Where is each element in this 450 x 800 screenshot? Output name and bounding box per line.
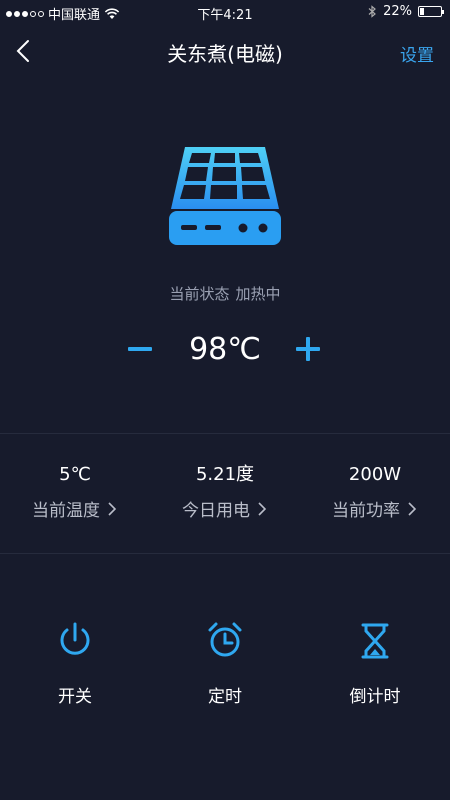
battery-percent: 22% <box>383 4 412 19</box>
increase-temperature-button[interactable] <box>296 336 322 362</box>
power-button[interactable]: 开关 <box>0 620 150 707</box>
countdown-label: 倒计时 <box>349 687 401 707</box>
state-value: 加热中 <box>235 285 281 303</box>
timer-label: 定时 <box>208 687 242 707</box>
stat-label: 当前温度 <box>32 501 100 521</box>
stat-power-usage[interactable]: 5.21度 今日用电 <box>150 462 300 521</box>
countdown-button[interactable]: 倒计时 <box>300 620 450 707</box>
power-icon <box>60 622 90 655</box>
chevron-right-icon <box>408 501 417 516</box>
action-bar: 开关 定时 倒计时 <box>0 620 450 710</box>
chevron-right-icon <box>258 501 267 516</box>
battery-icon <box>418 6 444 17</box>
temperature-control: 98℃ <box>0 328 450 372</box>
stat-value: 5.21度 <box>195 464 255 485</box>
stat-current-power[interactable]: 200W 当前功率 <box>300 462 450 521</box>
target-temperature: 98℃ <box>189 332 261 367</box>
chevron-right-icon <box>108 501 117 516</box>
hourglass-icon <box>361 623 389 659</box>
settings-button[interactable]: 设置 <box>400 41 434 66</box>
stat-value: 200W <box>348 464 402 485</box>
alarm-clock-icon <box>208 622 242 657</box>
state-label: 当前状态 <box>169 285 230 303</box>
stat-label: 当前功率 <box>332 501 400 521</box>
navigation-bar: 关东煮(电磁) 设置 <box>0 24 450 80</box>
power-label: 开关 <box>58 687 92 707</box>
cooker-icon <box>167 145 283 249</box>
timer-button[interactable]: 定时 <box>150 620 300 707</box>
divider <box>0 433 450 434</box>
device-state: 当前状态 加热中 <box>0 283 450 304</box>
status-bar-right: 22% <box>368 4 444 19</box>
divider <box>0 553 450 554</box>
stats-row: 5℃ 当前温度 5.21度 今日用电 200W 当前功率 <box>0 462 450 532</box>
bluetooth-icon <box>368 5 377 18</box>
stat-label: 今日用电 <box>182 501 250 521</box>
stat-current-temperature[interactable]: 5℃ 当前温度 <box>0 462 150 521</box>
stat-value: 5℃ <box>59 464 91 485</box>
status-bar: 中国联通 下午4:21 22% <box>0 0 450 24</box>
page-title: 关东煮(电磁) <box>167 42 283 66</box>
